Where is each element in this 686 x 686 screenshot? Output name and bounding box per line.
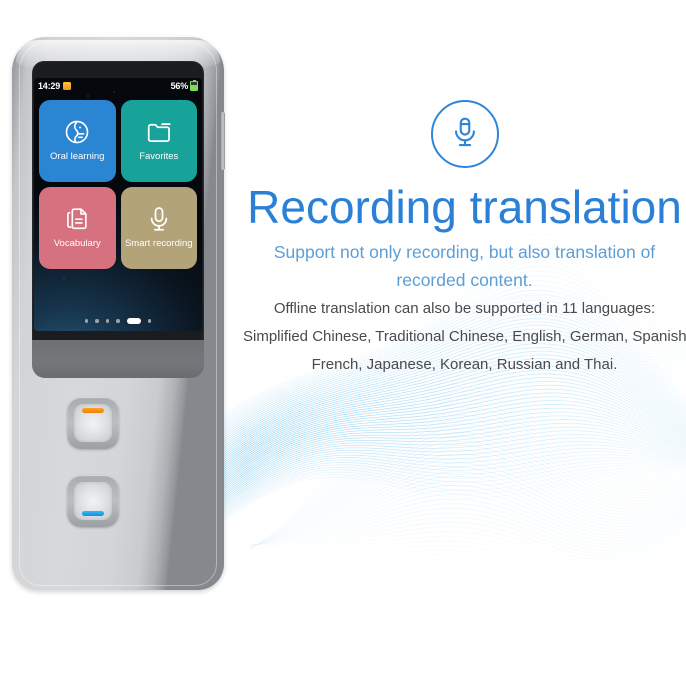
device-chin — [32, 340, 204, 378]
microphone-icon — [448, 115, 482, 154]
page-dot-active[interactable] — [126, 318, 141, 324]
body-line-2: Simplified Chinese, Traditional Chinese,… — [243, 328, 686, 345]
subtitle-line-1: Support not only recording, but also tra… — [273, 242, 656, 262]
device-screen[interactable]: 14:29 56% Oral learning Favorites Vocabu… — [34, 78, 202, 331]
alarm-badge-icon — [63, 81, 72, 90]
tile-smart-recording[interactable]: Smart recording — [120, 187, 197, 269]
documents-icon — [63, 205, 91, 238]
tile-label: Smart recording — [124, 237, 193, 249]
tile-label: Oral learning — [50, 150, 105, 162]
led-indicator-blue — [82, 511, 104, 516]
status-time: 14:29 — [38, 80, 61, 91]
battery-percent: 56% — [170, 80, 189, 91]
page-dot[interactable] — [95, 319, 99, 323]
head-profile-icon — [63, 118, 91, 151]
promo-banner: 14:29 56% Oral learning Favorites Vocabu… — [0, 0, 686, 686]
page-dot[interactable] — [147, 319, 152, 323]
page-dot[interactable] — [84, 319, 89, 323]
translator-device: 14:29 56% Oral learning Favorites Vocabu… — [12, 37, 225, 590]
app-tile-grid: Oral learning Favorites Vocabulary Smart… — [39, 100, 197, 269]
body-line-3: French, Japanese, Korean, Russian and Th… — [311, 356, 618, 373]
translate-button-top[interactable] — [67, 397, 119, 449]
page-dot[interactable] — [116, 319, 120, 323]
tile-favorites[interactable]: Favorites — [120, 100, 197, 182]
body-line-1: Offline translation can also be supporte… — [273, 300, 656, 317]
tile-label: Favorites — [139, 150, 179, 162]
tile-label: Vocabulary — [53, 237, 101, 249]
microphone-icon — [145, 205, 173, 238]
device-side-button[interactable] — [221, 112, 225, 170]
subtitle-line-2: recorded content. — [396, 270, 533, 290]
folder-icon — [145, 118, 173, 151]
tile-vocabulary[interactable]: Vocabulary — [39, 187, 116, 269]
translate-button-bottom[interactable] — [67, 475, 119, 527]
page-title: Recording translation — [247, 181, 682, 233]
page-indicator[interactable] — [34, 318, 202, 324]
tile-oral-learning[interactable]: Oral learning — [39, 100, 116, 182]
battery-icon — [190, 79, 198, 91]
microphone-badge — [430, 100, 499, 168]
button-surface — [74, 482, 112, 520]
page-dot[interactable] — [105, 319, 110, 323]
status-bar: 14:29 56% — [34, 78, 202, 93]
led-indicator-orange — [82, 408, 104, 413]
feature-description: Recording translation Support not only r… — [243, 100, 686, 376]
button-surface — [74, 404, 112, 442]
